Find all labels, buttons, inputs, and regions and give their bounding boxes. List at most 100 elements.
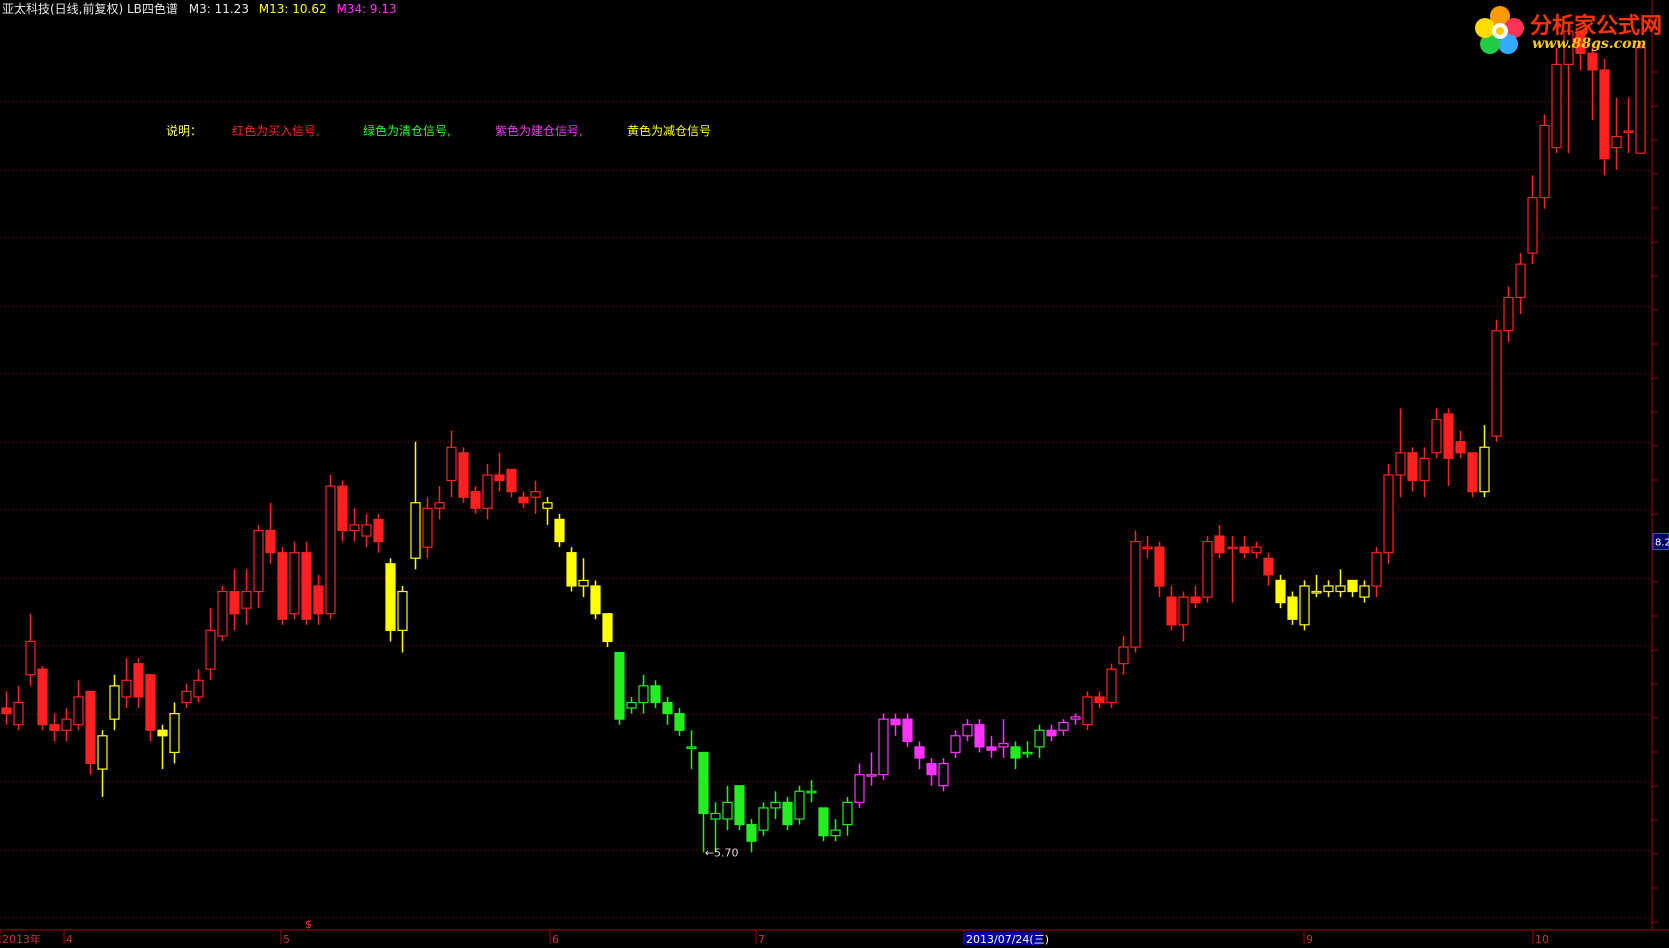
candle-body — [61, 718, 72, 731]
candle-body — [1515, 263, 1526, 299]
candle-body — [1347, 579, 1358, 593]
candle — [277, 547, 288, 625]
candle — [1082, 691, 1093, 731]
candle — [397, 585, 408, 653]
candle — [1599, 58, 1610, 176]
legend-build: 紫色为建仓信号, — [495, 124, 583, 138]
candle-body — [265, 529, 276, 554]
candle — [878, 713, 889, 781]
candle-body — [109, 685, 120, 720]
candle-body — [277, 552, 288, 620]
candle-body — [37, 668, 48, 726]
candle — [1311, 574, 1322, 598]
candle-body — [301, 552, 312, 620]
candle-body — [229, 590, 240, 615]
candle — [1347, 579, 1358, 598]
candle — [686, 730, 697, 770]
candle-body — [1154, 546, 1165, 587]
candle-body — [722, 801, 733, 820]
candle — [662, 696, 673, 725]
candle — [1623, 97, 1634, 154]
candle — [1419, 447, 1430, 498]
candle — [205, 608, 216, 681]
candle — [722, 785, 733, 831]
candle-body — [1467, 452, 1478, 493]
candle — [422, 497, 433, 559]
candle — [1214, 524, 1225, 559]
candle — [1359, 580, 1370, 603]
candle — [818, 807, 829, 842]
candle — [458, 447, 469, 503]
candle-body — [373, 518, 384, 543]
candle-body — [1311, 590, 1322, 594]
candle — [193, 669, 204, 703]
candle-body — [1022, 751, 1033, 755]
candle — [1323, 580, 1334, 598]
candle — [61, 708, 72, 742]
candle-body — [25, 640, 36, 676]
chart-header: 亚太科技(日线,前复权) LB四色谱 M3: 11.23 M13: 10.62 … — [2, 2, 403, 16]
candle — [770, 791, 781, 820]
candle-body — [1239, 546, 1250, 554]
candle — [518, 491, 529, 509]
candle-body — [494, 474, 505, 482]
candle — [1106, 663, 1117, 709]
legend-buy: 红色为买入信号, — [232, 124, 320, 138]
candle-body — [385, 563, 396, 631]
candle-body — [1371, 552, 1382, 587]
candle — [602, 613, 613, 648]
candle — [1227, 536, 1238, 603]
candle — [1443, 408, 1454, 487]
candle-body — [590, 585, 601, 615]
candle — [133, 658, 144, 709]
candle-body — [181, 690, 192, 704]
candle-body — [1263, 557, 1274, 576]
legend-intro: 说明： — [166, 124, 203, 138]
candle-body — [1443, 413, 1454, 459]
min-low-label: ←5.70 — [705, 846, 739, 859]
candle-body — [133, 663, 144, 698]
candle-body — [506, 468, 517, 493]
candle-body — [1082, 696, 1093, 726]
candlestick-chart: ←5.70 8.2 2013年 4 5 6 7 2013/07/24(三) 9 10 $ — [0, 0, 1669, 946]
candle-body — [686, 746, 697, 749]
candle — [253, 524, 264, 609]
candle-body — [422, 507, 433, 548]
candle — [902, 713, 913, 747]
candle — [337, 480, 348, 542]
candle — [1263, 552, 1274, 586]
candle-body — [1491, 330, 1502, 437]
candle-body — [1527, 196, 1538, 254]
candle-body — [1214, 535, 1225, 554]
candle — [782, 796, 793, 831]
candle-body — [998, 742, 1009, 748]
candle-body — [1359, 585, 1370, 598]
candle — [734, 785, 745, 831]
candle-body — [1431, 418, 1442, 454]
candle-body — [205, 629, 216, 670]
time-axis-marker: $ — [305, 918, 312, 931]
candle — [494, 452, 505, 492]
candle — [1503, 286, 1514, 342]
candle — [554, 513, 565, 548]
candle — [830, 819, 841, 842]
logo-url: www.88gs.com — [1532, 36, 1647, 52]
price-tag-label: 8.2 — [1655, 538, 1669, 549]
candle-body — [734, 785, 745, 826]
time-axis-label: 2013/07/24(三) — [966, 933, 1049, 946]
candle-body — [962, 724, 973, 737]
candle-body — [818, 807, 829, 837]
candle-body — [1407, 452, 1418, 482]
candle-body — [458, 452, 469, 498]
candle-body — [446, 446, 457, 482]
candle — [73, 680, 84, 731]
grid-lines — [0, 101, 1652, 919]
candle-body — [866, 774, 877, 777]
candle-body — [145, 674, 156, 731]
candle — [145, 674, 156, 742]
candle-body — [1094, 696, 1105, 704]
candle-body — [638, 685, 649, 704]
candle — [361, 513, 372, 548]
candle-body — [842, 801, 853, 826]
ma34-value: M34: 9.13 — [336, 2, 397, 16]
